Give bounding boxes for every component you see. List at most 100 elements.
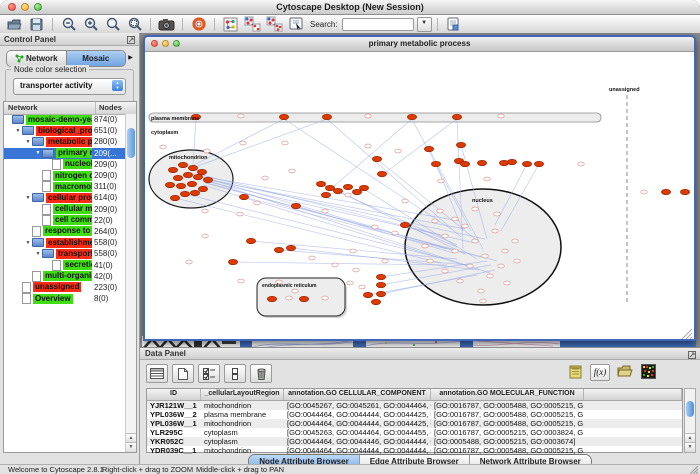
network-node[interactable]: [437, 209, 443, 213]
network-node[interactable]: [661, 189, 670, 194]
network-node[interactable]: [376, 291, 385, 296]
table-scrollbar-thumb[interactable]: [686, 401, 694, 417]
heatmap-button[interactable]: [641, 364, 656, 384]
network-node[interactable]: [534, 161, 543, 166]
table-row[interactable]: YJR121W__1mitochondrion[GO:0045267, GO:0…: [147, 401, 682, 410]
network-node[interactable]: [359, 285, 365, 289]
tree-row[interactable]: cellular metabo209(0): [4, 204, 126, 215]
network-node[interactable]: [452, 217, 458, 221]
network-node[interactable]: [347, 281, 353, 285]
network-node[interactable]: [180, 191, 189, 196]
new-attribute-button[interactable]: [172, 364, 194, 383]
network-node[interactable]: [498, 264, 504, 268]
attribute-grid-button[interactable]: [146, 364, 168, 383]
network-node[interactable]: [382, 259, 388, 263]
help-button[interactable]: [188, 16, 209, 32]
function-builder-button[interactable]: f(x): [590, 364, 610, 381]
network-node[interactable]: [359, 185, 368, 190]
network-node[interactable]: [400, 222, 409, 227]
network-node[interactable]: [376, 282, 385, 287]
network-node[interactable]: [187, 181, 196, 186]
network-node[interactable]: [165, 182, 174, 187]
network-node[interactable]: [322, 209, 328, 213]
network-node[interactable]: [345, 193, 351, 197]
tree-row[interactable]: ▼establishment of lo558(0): [4, 237, 126, 248]
network-node[interactable]: [377, 171, 386, 176]
network-node[interactable]: [322, 296, 328, 300]
scroll-down-icon[interactable]: ▼: [685, 442, 695, 452]
network-node[interactable]: [274, 247, 283, 252]
column-header[interactable]: _cellularLayoutRegion: [201, 389, 284, 400]
network-node[interactable]: [204, 149, 210, 153]
network-node[interactable]: [202, 209, 208, 213]
network-node[interactable]: [438, 179, 444, 183]
network-node[interactable]: [472, 239, 478, 243]
network-node[interactable]: [467, 264, 473, 268]
disclosure-triangle-icon[interactable]: ▼: [34, 251, 42, 257]
tree-column-nodes[interactable]: Nodes: [96, 102, 136, 114]
tree-column-network[interactable]: Network: [4, 102, 96, 114]
column-header[interactable]: annotation.GO MOLECULAR_FUNCTION: [431, 389, 584, 400]
network-node[interactable]: [427, 259, 433, 263]
network-node[interactable]: [422, 244, 428, 248]
network-node[interactable]: [452, 249, 458, 253]
network-node[interactable]: [332, 263, 338, 267]
tree-row[interactable]: ▼cellular process614(0): [4, 192, 126, 203]
network-node[interactable]: [289, 169, 295, 173]
network-node[interactable]: [286, 245, 295, 250]
network-node[interactable]: [238, 279, 244, 283]
snapshot-button[interactable]: [156, 16, 177, 32]
disclosure-triangle-icon[interactable]: ▼: [24, 139, 32, 145]
zoom-out-button[interactable]: [58, 16, 79, 32]
layout-button[interactable]: [220, 16, 241, 32]
network-node[interactable]: [321, 192, 330, 197]
tree-row[interactable]: mosaic-demo-yeast874(0): [4, 114, 126, 125]
network-node[interactable]: [442, 269, 448, 273]
disclosure-triangle-icon[interactable]: ▼: [24, 240, 32, 246]
float-panel-icon[interactable]: [127, 36, 135, 44]
network-node[interactable]: [183, 172, 192, 177]
tree-row[interactable]: nitrogen compo209(0): [4, 170, 126, 181]
network-node[interactable]: [507, 159, 516, 164]
network-node[interactable]: [498, 114, 504, 118]
network-node[interactable]: [407, 114, 416, 119]
resize-grip-icon[interactable]: [689, 465, 699, 474]
tree-row[interactable]: ▼biological_process651(0): [4, 125, 126, 136]
network-window-titlebar[interactable]: primary metabolic process: [145, 37, 694, 52]
tree-row[interactable]: ▼primary metabo209(...: [4, 148, 126, 159]
network-node[interactable]: [371, 299, 380, 304]
tree-row[interactable]: unassigned223(0): [4, 282, 126, 293]
network-node[interactable]: [202, 234, 208, 238]
network-node[interactable]: [170, 195, 179, 200]
network-node[interactable]: [246, 238, 255, 243]
tree-row[interactable]: response to stimul264(0): [4, 226, 126, 237]
network-node[interactable]: [680, 189, 689, 194]
network-node[interactable]: [198, 186, 207, 191]
network-node[interactable]: [502, 249, 508, 253]
tree-row[interactable]: macromolecule311(0): [4, 181, 126, 192]
unselect-attributes-button[interactable]: [224, 364, 246, 383]
tab-scroll-right-icon[interactable]: ▶: [125, 52, 136, 64]
network-node[interactable]: [316, 181, 325, 186]
open-file-button[interactable]: [4, 16, 25, 32]
network-node[interactable]: [487, 274, 493, 278]
delete-attribute-button[interactable]: [250, 364, 272, 383]
tree-row[interactable]: ▼metabolic process280(0): [4, 136, 126, 147]
zoom-in-button[interactable]: [80, 16, 101, 32]
network-node[interactable]: [279, 114, 288, 119]
network-node[interactable]: [237, 212, 243, 216]
notes-button[interactable]: [569, 364, 583, 384]
network-node[interactable]: [173, 175, 182, 180]
table-row[interactable]: YKR052Ccytoplasm[GO:0044464, GO:0044446,…: [147, 437, 682, 446]
network-node[interactable]: [228, 259, 237, 264]
network-node[interactable]: [363, 292, 372, 297]
network-node[interactable]: [492, 229, 498, 233]
tree-scrollbar-thumb[interactable]: [127, 128, 135, 158]
window-titlebar[interactable]: Cytoscape Desktop (New Session): [0, 0, 700, 15]
network-node[interactable]: [472, 207, 478, 211]
network-node[interactable]: [197, 169, 206, 174]
save-button[interactable]: [26, 16, 47, 32]
tree-scrollbar[interactable]: ▲ ▼: [125, 114, 136, 452]
table-scrollbar[interactable]: ▲ ▼: [684, 388, 696, 453]
scroll-down-icon[interactable]: ▼: [126, 442, 136, 452]
